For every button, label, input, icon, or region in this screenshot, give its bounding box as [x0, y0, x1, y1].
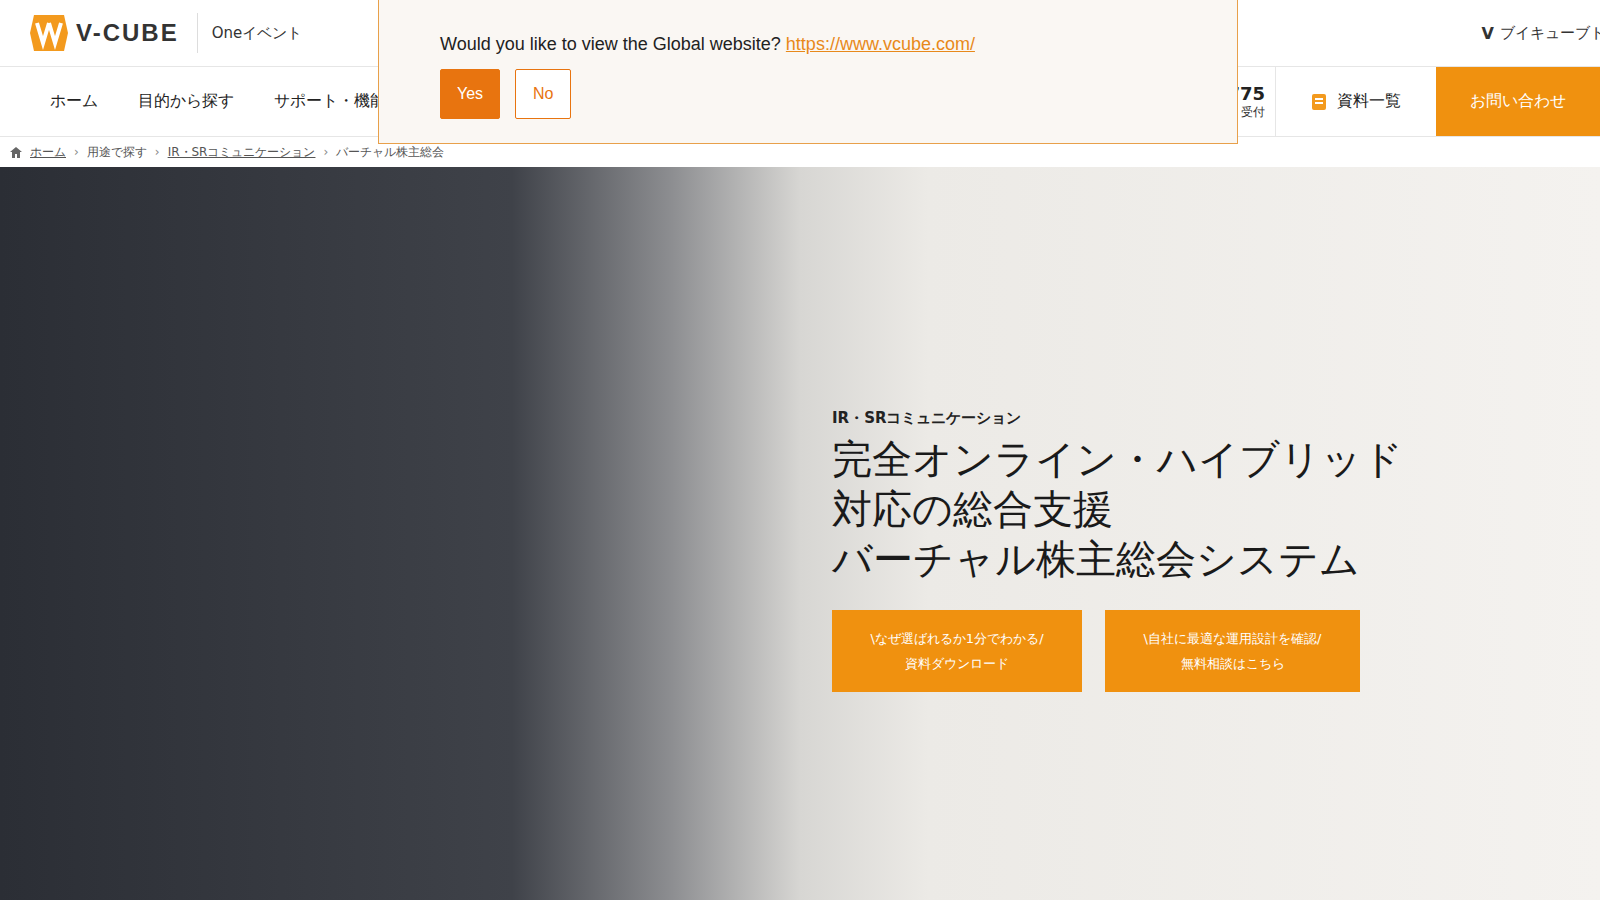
phone-note: 受付 — [1241, 104, 1265, 121]
breadcrumb-separator: › — [155, 145, 160, 159]
hero-title: 完全オンライン・ハイブリッド対応の総合支援バーチャル株主総会システム — [832, 434, 1600, 584]
nav-item[interactable]: 目的から探す — [138, 91, 234, 112]
home-icon — [10, 147, 22, 158]
product-name: Oneイベント — [212, 24, 303, 43]
corporate-mark: V — [1482, 24, 1494, 43]
hero-button[interactable]: \自社に最適な運用設計を確認/無料相談はこちら — [1105, 610, 1360, 692]
global-site-popup: Would you like to view the Global websit… — [378, 0, 1238, 144]
breadcrumb-item: 用途で探す — [87, 144, 147, 161]
nav-item[interactable]: ホーム — [50, 91, 98, 112]
breadcrumb-separator: › — [74, 145, 79, 159]
nav-items: ホーム 目的から探す サポート・機能 — [0, 67, 386, 136]
hero-button-line: 資料ダウンロード — [905, 651, 1009, 676]
popup-link[interactable]: https://www.vcube.com/ — [786, 34, 975, 55]
hero-title-line: バーチャル株主総会システム — [832, 534, 1600, 584]
hero: IR・SRコミュニケーション完全オンライン・ハイブリッド対応の総合支援バーチャル… — [0, 167, 1600, 900]
hero-content: IR・SRコミュニケーション完全オンライン・ハイブリッド対応の総合支援バーチャル… — [832, 409, 1600, 692]
hero-buttons: \なぜ選ばれるか1分でわかる/資料ダウンロード \自社に最適な運用設計を確認/無料… — [832, 610, 1600, 692]
logo-icon — [30, 13, 68, 53]
page: V-CUBEOneイベントVブイキューブトッホーム目的から探すサポート・機能77… — [0, 0, 1600, 900]
documents-link[interactable]: 資料一覧 — [1276, 67, 1436, 136]
hero-category: IR・SRコミュニケーション — [832, 409, 1600, 428]
logo-text: V-CUBE — [76, 19, 179, 47]
logo[interactable]: V-CUBE — [30, 13, 179, 53]
popup-message: Would you like to view the Global websit… — [440, 34, 1237, 55]
hero-button-line: 無料相談はこちら — [1181, 651, 1285, 676]
breadcrumb-item: バーチャル株主総会 — [336, 144, 444, 161]
documents-label: 資料一覧 — [1337, 91, 1401, 112]
book-icon — [1311, 93, 1327, 111]
corporate-link[interactable]: V ブイキューブトッ — [1482, 24, 1600, 43]
breadcrumb-item[interactable]: ホーム — [30, 144, 66, 161]
divider — [197, 13, 198, 53]
hero-button[interactable]: \なぜ選ばれるか1分でわかる/資料ダウンロード — [832, 610, 1082, 692]
nav-item[interactable]: サポート・機能 — [274, 91, 386, 112]
hero-title-line: 対応の総合支援 — [832, 484, 1600, 534]
breadcrumb-separator: › — [323, 145, 328, 159]
popup-buttons: Yes No — [440, 69, 1237, 119]
popup-button[interactable]: Yes — [440, 69, 500, 119]
nav-right: 775受付資料一覧お問い合わせ — [1227, 67, 1600, 136]
breadcrumb-item[interactable]: IR・SRコミュニケーション — [168, 144, 316, 161]
popup-button[interactable]: No — [515, 69, 571, 119]
hero-button-line: \自社に最適な運用設計を確認/ — [1144, 626, 1322, 651]
corporate-link-text: ブイキューブトッ — [1500, 24, 1600, 43]
hero-button-line: \なぜ選ばれるか1分でわかる/ — [870, 626, 1043, 651]
contact-button[interactable]: お問い合わせ — [1436, 67, 1600, 136]
hero-title-line: 完全オンライン・ハイブリッド — [832, 434, 1600, 484]
